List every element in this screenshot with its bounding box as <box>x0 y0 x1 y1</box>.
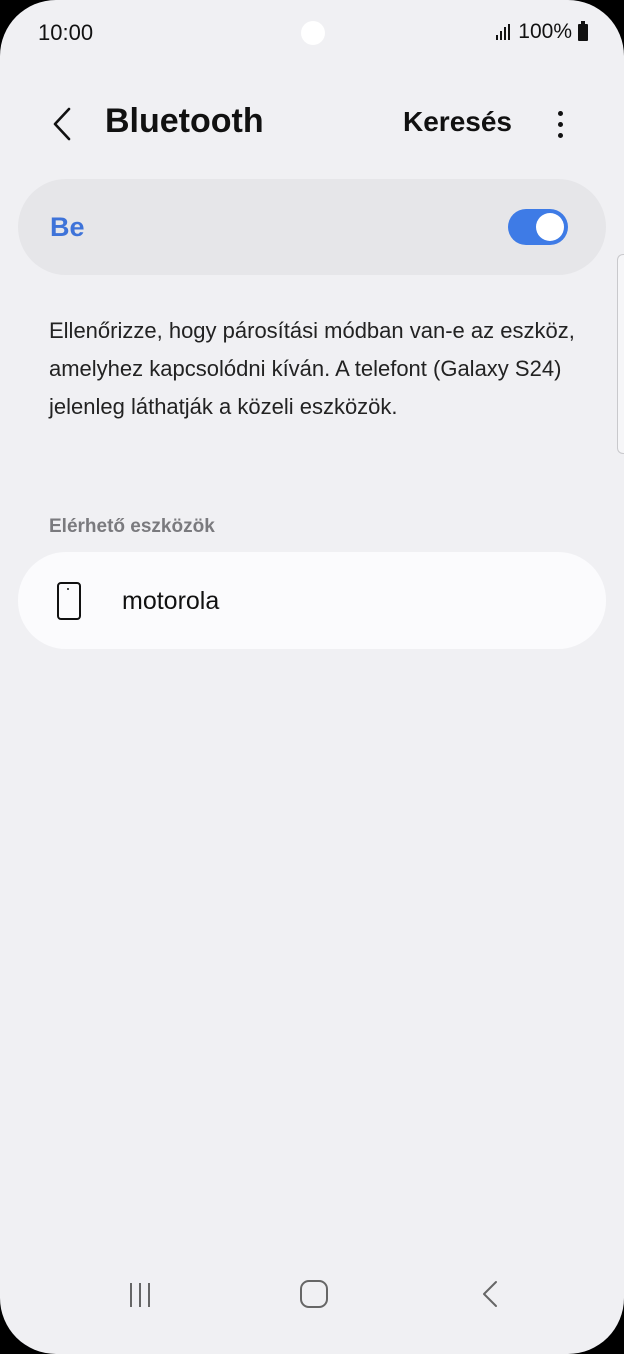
recent-apps-icon <box>130 1283 132 1307</box>
device-item-motorola[interactable]: motorola <box>18 552 606 649</box>
back-icon <box>483 1281 497 1307</box>
phone-icon <box>57 582 81 620</box>
battery-percentage: 100% <box>518 20 572 43</box>
more-options-button[interactable] <box>545 104 575 144</box>
pairing-description: Ellenőrizze, hogy párosítási módban van-… <box>49 318 575 419</box>
more-vertical-icon-dot <box>557 121 563 127</box>
navigation-bar <box>0 1264 624 1354</box>
status-indicators: 100% <box>496 20 588 44</box>
scroll-indicator[interactable] <box>617 254 624 454</box>
bluetooth-switch[interactable] <box>508 209 568 245</box>
recent-apps-icon-bar <box>139 1283 141 1307</box>
available-devices-header: Elérhető eszközök <box>49 516 215 537</box>
front-camera-cutout <box>301 21 325 45</box>
app-header: Bluetooth Keresés <box>0 90 624 156</box>
bluetooth-state-label: Be <box>50 212 85 242</box>
battery-icon <box>578 20 588 41</box>
search-button[interactable]: Keresés <box>403 106 512 138</box>
signal-icon <box>496 24 511 40</box>
home-button[interactable] <box>300 1280 328 1308</box>
device-name: motorola <box>122 587 220 615</box>
back-button[interactable] <box>42 104 82 144</box>
more-vertical-icon <box>557 110 563 116</box>
more-vertical-icon-dot <box>557 132 563 138</box>
nav-back-button[interactable] <box>478 1278 502 1310</box>
status-bar: 10:00 100% <box>0 0 624 66</box>
recent-apps-button[interactable] <box>125 1280 155 1310</box>
phone-screen: 10:00 100% Bluetooth Keresés Be Ellenőri… <box>0 0 624 1354</box>
chevron-left-icon <box>53 107 71 141</box>
switch-knob <box>536 213 564 241</box>
status-time: 10:00 <box>38 20 94 45</box>
page-title: Bluetooth <box>105 102 264 140</box>
bluetooth-toggle-row[interactable]: Be <box>18 179 606 275</box>
recent-apps-icon-bar <box>148 1283 150 1307</box>
